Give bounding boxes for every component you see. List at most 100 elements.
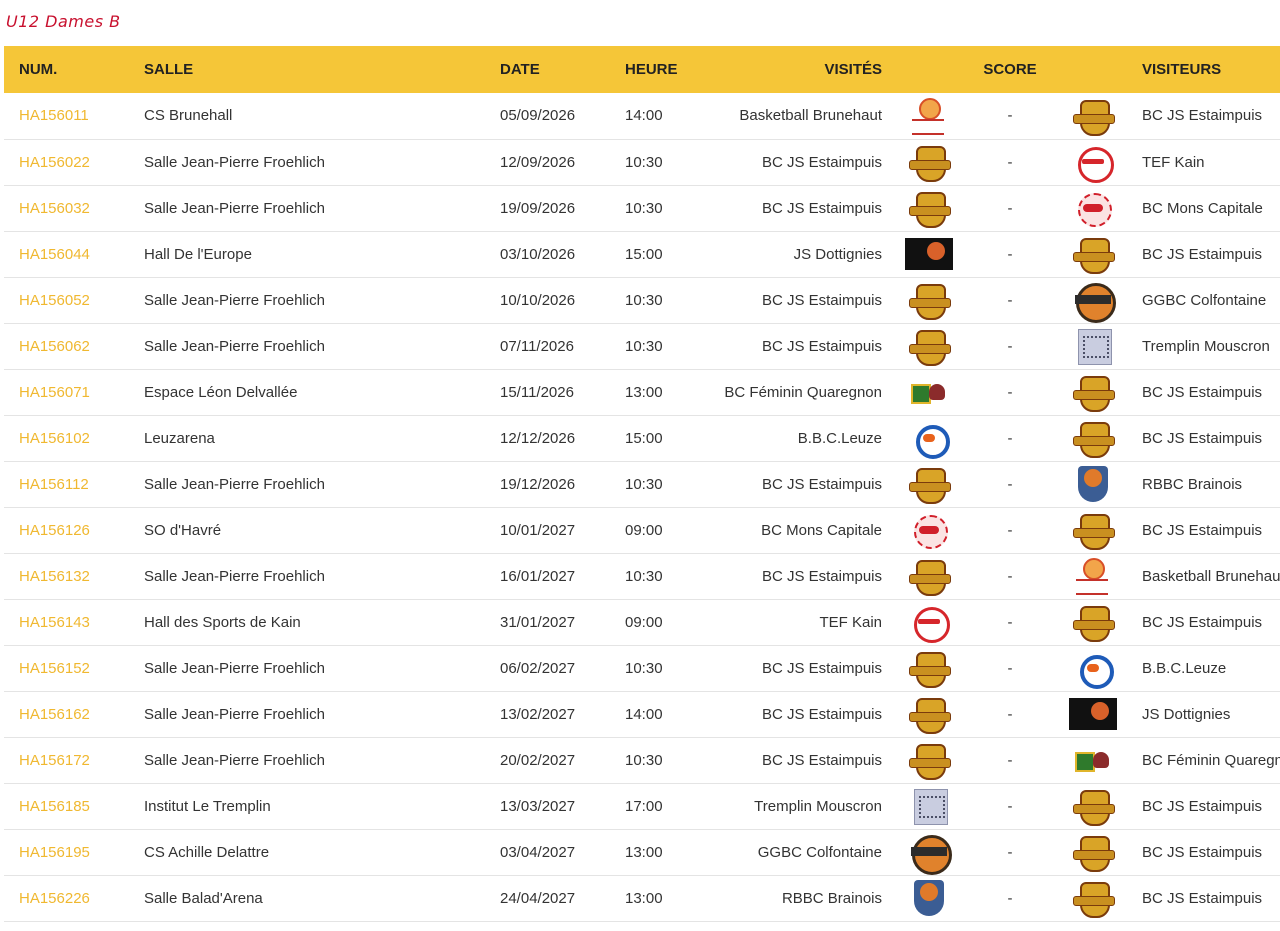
- away-team-logo-cell: [1059, 783, 1127, 829]
- col-header-num[interactable]: NUM.: [4, 46, 129, 93]
- quaregnon-logo-icon: [909, 374, 949, 410]
- match-number-link[interactable]: HA156195: [4, 829, 129, 875]
- away-team-logo-cell: [1059, 507, 1127, 553]
- match-number-link[interactable]: HA156071: [4, 369, 129, 415]
- match-number-link[interactable]: HA156102: [4, 415, 129, 461]
- estaimpuis-logo-icon: [1073, 512, 1115, 550]
- match-number-link[interactable]: HA156044: [4, 231, 129, 277]
- time-cell: 17:00: [625, 797, 663, 815]
- match-number-link[interactable]: HA156226: [4, 875, 129, 921]
- home-team-cell: BC JS Estaimpuis: [761, 567, 882, 585]
- date-cell: 15/11/2026: [500, 383, 574, 401]
- home-team-logo-cell: [897, 599, 961, 645]
- time-cell: 10:30: [625, 475, 663, 493]
- score-cell: -: [1007, 199, 1013, 217]
- time-cell: 10:30: [625, 567, 663, 585]
- home-team-cell: BC JS Estaimpuis: [761, 291, 882, 309]
- away-team-logo-cell: [1059, 599, 1127, 645]
- brainois-logo-icon: [909, 880, 949, 916]
- home-team-logo-cell: [897, 691, 961, 737]
- col-header-heure[interactable]: HEURE: [610, 46, 705, 93]
- home-team-cell: BC JS Estaimpuis: [761, 153, 882, 171]
- away-team-cell: BC Féminin Quaregnon: [1142, 751, 1280, 769]
- estaimpuis-logo-icon: [909, 650, 951, 688]
- time-cell: 10:30: [625, 337, 663, 355]
- score-cell: -: [1007, 797, 1013, 815]
- estaimpuis-logo-icon: [1073, 880, 1115, 918]
- home-team-logo-cell: [897, 415, 961, 461]
- score-cell: -: [1007, 567, 1013, 585]
- away-team-logo-cell: [1059, 553, 1127, 599]
- date-cell: 10/01/2027: [500, 521, 576, 539]
- match-number-link[interactable]: HA156011: [4, 93, 129, 139]
- match-number-link[interactable]: HA156143: [4, 599, 129, 645]
- match-number-link[interactable]: HA156132: [4, 553, 129, 599]
- date-cell: 13/03/2027: [500, 797, 576, 815]
- venue-cell: Salle Jean-Pierre Froehlich: [144, 475, 325, 493]
- time-cell: 14:00: [625, 705, 663, 723]
- venue-cell: Hall De l'Europe: [144, 245, 252, 263]
- score-cell: -: [1007, 843, 1013, 861]
- table-row: HA156044 Hall De l'Europe 03/10/2026 15:00 J…: [4, 231, 1280, 277]
- match-number-link[interactable]: HA156032: [4, 185, 129, 231]
- away-team-cell: BC JS Estaimpuis: [1142, 245, 1263, 263]
- venue-cell: Leuzarena: [144, 429, 215, 447]
- schedule-body: HA156011 CS Brunehall 05/09/2026 14:00 Baske…: [4, 93, 1280, 921]
- home-team-cell: TEF Kain: [819, 613, 882, 631]
- away-team-cell: BC JS Estaimpuis: [1142, 521, 1263, 539]
- score-cell: -: [1007, 659, 1013, 677]
- time-cell: 13:00: [625, 843, 663, 861]
- match-number-link[interactable]: HA156112: [4, 461, 129, 507]
- quaregnon-logo-icon: [1073, 742, 1113, 778]
- time-cell: 10:30: [625, 199, 663, 217]
- date-cell: 03/10/2026: [500, 245, 576, 263]
- away-team-logo-cell: [1059, 875, 1127, 921]
- date-cell: 24/04/2027: [500, 889, 576, 907]
- table-row: HA156226 Salle Balad'Arena 24/04/2027 13:00…: [4, 875, 1280, 921]
- venue-cell: Salle Jean-Pierre Froehlich: [144, 751, 325, 769]
- away-team-logo-cell: [1059, 93, 1127, 139]
- estaimpuis-logo-icon: [1073, 604, 1115, 642]
- home-team-cell: B.B.C.Leuze: [797, 429, 882, 447]
- match-number-link[interactable]: HA156185: [4, 783, 129, 829]
- match-number-link[interactable]: HA156172: [4, 737, 129, 783]
- table-row: HA156132 Salle Jean-Pierre Froehlich 16/01…: [4, 553, 1280, 599]
- table-row: HA156112 Salle Jean-Pierre Froehlich 19/12…: [4, 461, 1280, 507]
- away-team-logo-cell: [1059, 323, 1127, 369]
- col-header-score[interactable]: SCORE: [961, 46, 1059, 93]
- col-header-visites[interactable]: VISITÉS: [705, 46, 897, 93]
- match-number-link[interactable]: HA156152: [4, 645, 129, 691]
- away-team-cell: GGBC Colfontaine: [1142, 291, 1267, 309]
- home-team-cell: BC JS Estaimpuis: [761, 199, 882, 217]
- score-cell: -: [1007, 383, 1013, 401]
- table-row: HA156062 Salle Jean-Pierre Froehlich 07/11…: [4, 323, 1280, 369]
- table-header-row: NUM. SALLE DATE HEURE VISITÉS SCORE VISI…: [4, 46, 1280, 93]
- table-row: HA156172 Salle Jean-Pierre Froehlich 20/02…: [4, 737, 1280, 783]
- match-number-link[interactable]: HA156052: [4, 277, 129, 323]
- estaimpuis-logo-icon: [909, 328, 951, 366]
- date-cell: 31/01/2027: [500, 613, 576, 631]
- time-cell: 10:30: [625, 291, 663, 309]
- brunehaut-logo-icon: [909, 97, 949, 135]
- away-team-cell: RBBC Brainois: [1142, 475, 1243, 493]
- score-cell: -: [1007, 337, 1013, 355]
- time-cell: 10:30: [625, 153, 663, 171]
- score-cell: -: [1007, 521, 1013, 539]
- estaimpuis-logo-icon: [909, 144, 951, 182]
- score-cell: -: [1007, 705, 1013, 723]
- away-team-logo-cell: [1059, 185, 1127, 231]
- match-number-link[interactable]: HA156126: [4, 507, 129, 553]
- match-number-link[interactable]: HA156162: [4, 691, 129, 737]
- col-header-date[interactable]: DATE: [485, 46, 610, 93]
- col-header-salle[interactable]: SALLE: [129, 46, 485, 93]
- col-header-visiteurs[interactable]: VISITEURS: [1127, 46, 1280, 93]
- home-team-cell: JS Dottignies: [793, 245, 882, 263]
- match-number-link[interactable]: HA156022: [4, 139, 129, 185]
- score-cell: -: [1007, 153, 1013, 171]
- away-team-logo-cell: [1059, 277, 1127, 323]
- table-row: HA156152 Salle Jean-Pierre Froehlich 06/02…: [4, 645, 1280, 691]
- tremplin-logo-icon: [1073, 328, 1113, 365]
- time-cell: 15:00: [625, 429, 663, 447]
- home-team-cell: BC Féminin Quaregnon: [724, 383, 882, 401]
- match-number-link[interactable]: HA156062: [4, 323, 129, 369]
